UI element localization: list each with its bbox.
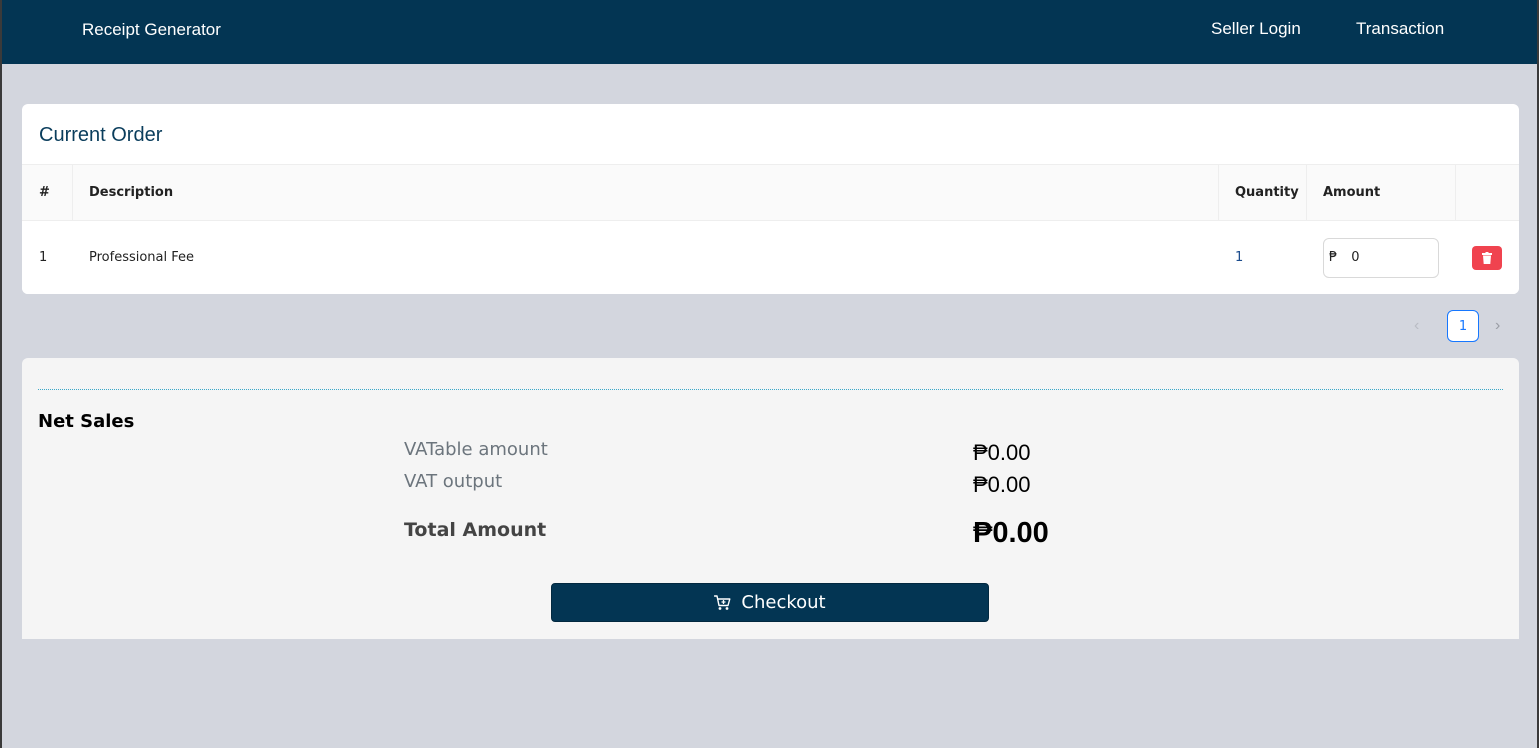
- table-header: # Description Quantity Amount: [22, 164, 1519, 221]
- row-quantity[interactable]: 1: [1218, 221, 1306, 294]
- current-order-card: Current Order # Description Quantity Amo…: [22, 104, 1519, 294]
- brand-title[interactable]: Receipt Generator: [82, 20, 221, 40]
- cart-icon: [714, 594, 731, 610]
- row-description: Professional Fee: [89, 250, 195, 265]
- vatable-amount-value: ₱0.00: [973, 440, 1031, 465]
- card-title: Current Order: [39, 124, 163, 146]
- column-header-quantity: Quantity: [1235, 185, 1299, 200]
- column-header-description: Description: [89, 185, 174, 200]
- window-border-left: [0, 0, 2, 748]
- total-amount-value: ₱0.00: [973, 517, 1049, 549]
- summary-panel: Net Sales VATable amount ₱0.00 VAT outpu…: [22, 358, 1519, 566]
- total-amount-label: Total Amount: [404, 519, 547, 541]
- vatable-amount-label: VATable amount: [404, 439, 548, 460]
- net-sales-heading: Net Sales: [38, 411, 135, 432]
- amount-field[interactable]: ₱: [1323, 237, 1439, 278]
- checkout-footer: Checkout: [22, 566, 1519, 639]
- currency-prefix: ₱: [1329, 250, 1338, 265]
- top-navbar: Receipt Generator Seller Login Transacti…: [0, 0, 1539, 64]
- checkout-button[interactable]: Checkout: [551, 583, 989, 622]
- pagination-page-1[interactable]: 1: [1447, 310, 1479, 342]
- summary-divider: [38, 389, 1503, 390]
- chevron-left-icon[interactable]: ‹: [1414, 317, 1419, 335]
- chevron-right-icon[interactable]: ›: [1495, 317, 1500, 335]
- vat-output-label: VAT output: [404, 471, 503, 492]
- nav-seller-login[interactable]: Seller Login: [1211, 19, 1301, 39]
- trash-icon: [1482, 251, 1492, 264]
- vat-output-value: ₱0.00: [973, 472, 1031, 497]
- row-actions-cell: [1455, 221, 1519, 294]
- column-header-amount: Amount: [1323, 185, 1381, 200]
- column-header-number: #: [39, 185, 50, 200]
- table-row: 1 Professional Fee 1 ₱: [22, 221, 1519, 294]
- nav-transaction[interactable]: Transaction: [1356, 19, 1444, 39]
- column-header-actions: [1455, 165, 1519, 220]
- amount-input[interactable]: [1351, 250, 1422, 265]
- checkout-label: Checkout: [741, 592, 826, 613]
- delete-row-button[interactable]: [1472, 245, 1502, 270]
- row-amount-cell: ₱: [1306, 221, 1455, 294]
- row-number: 1: [39, 250, 48, 265]
